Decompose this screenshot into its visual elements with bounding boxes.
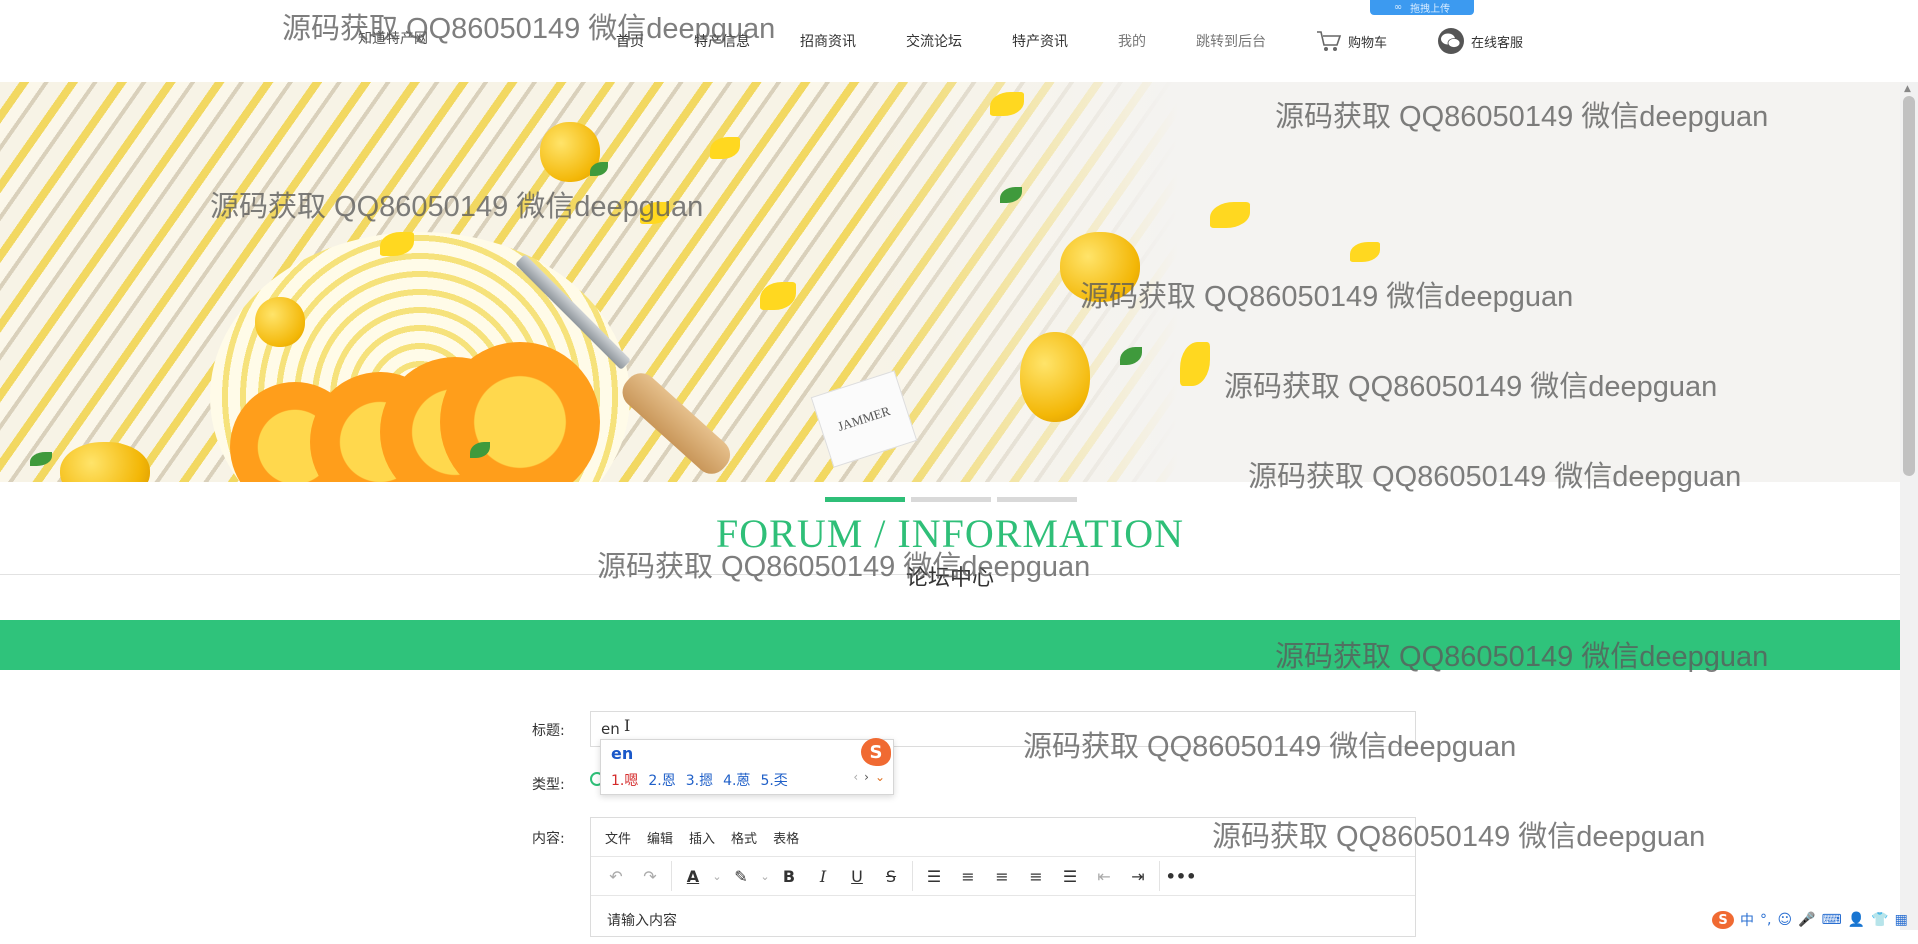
- align-center-icon[interactable]: ≡: [985, 861, 1019, 891]
- underline-icon[interactable]: U: [840, 861, 874, 891]
- menu-table[interactable]: 表格: [773, 828, 799, 847]
- cart-label: 购物车: [1348, 35, 1388, 51]
- nav-investment-news[interactable]: 招商资讯: [800, 31, 856, 51]
- microphone-icon[interactable]: 🎤: [1798, 912, 1815, 928]
- chevron-down-icon[interactable]: ⌄: [710, 861, 724, 891]
- editor-content-area[interactable]: 请输入内容: [591, 896, 1415, 944]
- nav-mine[interactable]: 我的: [1118, 31, 1146, 51]
- title-label: 标题:: [532, 723, 565, 739]
- italic-icon[interactable]: I: [806, 861, 840, 891]
- cart-icon: [1317, 31, 1342, 51]
- menu-insert[interactable]: 插入: [689, 828, 715, 847]
- menu-edit[interactable]: 编辑: [647, 828, 673, 847]
- user-icon[interactable]: 👤: [1848, 912, 1865, 928]
- skin-icon[interactable]: 👕: [1871, 912, 1888, 928]
- ime-candidate-window[interactable]: en S 1.嗯 2.恩 3.摁 4.蒽 5.奀 ‹ › ⌄: [600, 738, 894, 795]
- section-green-bar: [0, 620, 1900, 670]
- indent-icon[interactable]: ⇥: [1121, 861, 1155, 891]
- text-color-icon[interactable]: A: [676, 861, 710, 891]
- redo-icon[interactable]: ↷: [633, 861, 667, 891]
- chevron-right-icon[interactable]: ›: [864, 770, 869, 784]
- chevron-down-icon[interactable]: ⌄: [875, 770, 885, 784]
- hero-banner[interactable]: JAMMER: [0, 82, 1900, 482]
- pagination-dot[interactable]: [911, 497, 991, 502]
- ime-candidate[interactable]: 4.蒽: [723, 770, 750, 790]
- chevron-left-icon[interactable]: ‹: [853, 770, 858, 784]
- section-title: FORUM / INFORMATION: [716, 511, 1184, 556]
- toolbar-separator: [671, 861, 672, 891]
- align-left-icon[interactable]: ≡: [951, 861, 985, 891]
- more-options-icon[interactable]: •••: [1164, 861, 1198, 891]
- line-height-icon[interactable]: ☰: [917, 861, 951, 891]
- online-service-link[interactable]: 在线客服: [1437, 28, 1523, 54]
- bold-icon[interactable]: B: [772, 861, 806, 891]
- highlight-color-icon[interactable]: ✎: [724, 861, 758, 891]
- outdent-icon[interactable]: ⇤: [1087, 861, 1121, 891]
- section-subtitle: 论坛中心: [905, 566, 994, 591]
- grid-icon[interactable]: ▦: [1895, 912, 1908, 928]
- nav-admin[interactable]: 跳转到后台: [1196, 31, 1266, 51]
- site-name[interactable]: 知道特产网: [358, 28, 428, 48]
- yellow-tomato: [255, 297, 305, 347]
- text-cursor-icon: I: [624, 716, 631, 735]
- undo-icon[interactable]: ↶: [599, 861, 633, 891]
- ime-candidate[interactable]: 5.奀: [760, 770, 787, 790]
- scroll-up-icon[interactable]: ▲: [1904, 84, 1911, 94]
- chevron-down-icon[interactable]: ⌄: [758, 861, 772, 891]
- main-nav: 首页 特产信息 招商资讯 交流论坛 特产资讯 我的 跳转到后台 购物车 在线客服: [600, 28, 1523, 54]
- sogou-logo-icon[interactable]: S: [1712, 911, 1734, 929]
- tray-item[interactable]: °,: [1760, 912, 1771, 928]
- scrollbar-thumb[interactable]: [1903, 96, 1915, 476]
- tray-item[interactable]: 中: [1740, 910, 1754, 930]
- editor-toolbar: ↶ ↷ A ⌄ ✎ ⌄ B I U S ☰ ≡ ≡ ≡ ☰ ⇤ ⇥ •••: [591, 857, 1415, 896]
- nav-forum[interactable]: 交流论坛: [906, 31, 962, 51]
- emoji-icon[interactable]: ☺: [1777, 912, 1792, 928]
- upload-badge[interactable]: ∞ 拖拽上传: [1370, 0, 1474, 15]
- ime-page-controls: ‹ › ⌄: [853, 770, 885, 784]
- content-label: 内容:: [532, 831, 565, 847]
- toolbar-separator: [912, 861, 913, 891]
- yellow-tomato: [1060, 232, 1140, 302]
- align-justify-icon[interactable]: ☰: [1053, 861, 1087, 891]
- sogou-logo-icon: S: [861, 738, 891, 766]
- type-label: 类型:: [532, 777, 565, 793]
- align-right-icon[interactable]: ≡: [1019, 861, 1053, 891]
- upload-badge-label: 拖拽上传: [1410, 4, 1451, 15]
- ime-candidate[interactable]: 2.恩: [648, 770, 675, 790]
- wechat-icon: [1438, 28, 1465, 54]
- yellow-tomato: [1020, 332, 1090, 422]
- infinity-icon: ∞: [1393, 2, 1403, 13]
- ime-candidates: 1.嗯 2.恩 3.摁 4.蒽 5.奀: [611, 770, 788, 790]
- page-scrollbar[interactable]: ▲: [1900, 82, 1918, 930]
- rich-text-editor: 文件 编辑 插入 格式 表格 ↶ ↷ A ⌄ ✎ ⌄ B I U S ☰ ≡ ≡…: [590, 817, 1416, 937]
- banner-pagination: [825, 497, 1077, 502]
- service-label: 在线客服: [1471, 35, 1524, 51]
- nav-home[interactable]: 首页: [616, 31, 644, 51]
- ime-status-bar: S 中 °, ☺ 🎤 ⌨ 👤 👕 ▦: [1712, 910, 1908, 930]
- pagination-dot[interactable]: [825, 497, 905, 502]
- strikethrough-icon[interactable]: S: [874, 861, 908, 891]
- top-header: ∞ 拖拽上传 知道特产网 首页 特产信息 招商资讯 交流论坛 特产资讯 我的 跳…: [0, 0, 1918, 82]
- menu-file[interactable]: 文件: [605, 828, 631, 847]
- editor-menubar: 文件 编辑 插入 格式 表格: [591, 818, 1415, 857]
- menu-format[interactable]: 格式: [731, 828, 757, 847]
- pagination-dot[interactable]: [997, 497, 1077, 502]
- toolbar-separator: [1159, 861, 1160, 891]
- keyboard-icon[interactable]: ⌨: [1822, 912, 1842, 928]
- ime-composition: en: [611, 744, 634, 763]
- nav-specialty-news[interactable]: 特产资讯: [1012, 31, 1068, 51]
- ime-candidate[interactable]: 3.摁: [686, 770, 713, 790]
- nav-specialty-info[interactable]: 特产信息: [694, 31, 750, 51]
- cart-link[interactable]: 购物车: [1316, 29, 1387, 53]
- ime-candidate[interactable]: 1.嗯: [611, 770, 638, 790]
